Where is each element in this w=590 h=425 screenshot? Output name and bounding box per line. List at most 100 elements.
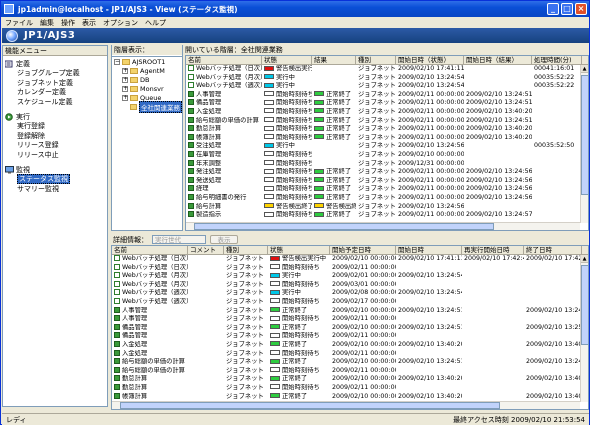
table-row[interactable]: Webバッチ処理（週次） 実行中 ジョブネット 2009/02/10 13:24:54…	[186, 82, 588, 91]
col-start-result[interactable]: 開始日時（結果）	[464, 56, 532, 64]
table-row[interactable]: 在庫管理 開始時刻待ち ジョブネット 2009/02/10 00:00:00	[186, 150, 588, 160]
dcol-comment[interactable]: コメント	[188, 246, 224, 254]
detail-row[interactable]: 帳簿計算 ジョブネット 正常終了 2009/02/10 00:00:00 2009/02…	[112, 392, 588, 402]
menu-edit[interactable]: 編集	[40, 18, 54, 28]
dcol-end[interactable]: 終了日時	[524, 246, 582, 254]
detail-row[interactable]: Webバッチ処理（週次） ジョブネット 実行中 2009/02/08 00:00:00…	[112, 289, 588, 298]
table-row[interactable]: 経理 開始時刻待ち 正常終了 ジョブネット 2009/02/11 00:00:00 200…	[186, 185, 588, 194]
dcol-name[interactable]: 名前	[112, 246, 188, 254]
detail-row[interactable]: Webバッチ処理（日次） ジョブネット 警告検出実行中 2009/02/10 00:0…	[112, 255, 588, 264]
col-status[interactable]: 状態	[262, 56, 312, 64]
dcell-start	[396, 298, 462, 307]
menu-view[interactable]: 表示	[82, 18, 96, 28]
generation-combo[interactable]: 実行世代	[152, 235, 206, 244]
cell-type: ジョブネット	[356, 125, 396, 134]
table-row[interactable]: 給与明細書の発行 開始時刻待ち 正常終了 ジョブネット 2009/02/11 00:00…	[186, 193, 588, 203]
table-row[interactable]: 入金処理 開始時刻待ち 正常終了 ジョブネット 2009/02/11 00:00:00 2…	[186, 107, 588, 117]
table-row[interactable]: 給与計算警告検出終了警告検出終了ジョブネット2009/02/10 13:24:5…	[186, 202, 588, 212]
menu-item-status-monitor[interactable]: ステータス監視	[3, 174, 107, 185]
scroll-thumb[interactable]	[581, 265, 588, 345]
detail-row[interactable]: Webバッチ処理（日次） ジョブネット 開始時刻待ち 2009/02/11 00:00…	[112, 263, 588, 273]
minimize-button[interactable]: _	[547, 3, 559, 15]
detail-row[interactable]: 備品管理 ジョブネット 開始時刻待ち 2009/02/11 00:00:00	[112, 332, 588, 341]
col-type[interactable]: 種別	[356, 56, 396, 64]
table-row[interactable]: Webバッチ処理（月次） 実行中 ジョブネット 2009/02/10 13:24:54…	[186, 73, 588, 83]
scroll-up-icon[interactable]: ▲	[581, 65, 588, 73]
detail-row[interactable]: Webバッチ処理（月次） ジョブネット 開始時刻待ち 2009/03/01 00:00…	[112, 280, 588, 290]
scroll-thumb[interactable]	[581, 75, 588, 195]
scroll-up-icon[interactable]: ▲	[581, 255, 588, 263]
detail-row[interactable]: 給与総額の単価の計算 ジョブネット 正常終了 2009/02/10 00:00:00 2…	[112, 358, 588, 367]
col-start-status[interactable]: 開始日時（状態）	[396, 56, 464, 64]
menu-item-calendar-define[interactable]: カレンダー定義	[3, 88, 107, 98]
menu-item-release-cancel[interactable]: リリース中止	[3, 151, 107, 161]
menu-group-execute-title[interactable]: 実行	[3, 112, 107, 122]
expand-icon[interactable]: +	[122, 94, 128, 101]
table-row[interactable]: 年末調整 開始時刻待ち ジョブネット 2009/12/31 00:00:00	[186, 159, 588, 169]
detail-row[interactable]: Webバッチ処理（月次） ジョブネット 実行中 2009/02/01 00:00:00…	[112, 272, 588, 281]
detail-row[interactable]: 人事管理 ジョブネット 開始時刻待ち 2009/02/11 00:00:00	[112, 315, 588, 324]
hscroll-thumb[interactable]	[120, 402, 500, 409]
dcol-sched[interactable]: 開始予定日時	[330, 246, 396, 254]
maximize-button[interactable]: □	[561, 3, 573, 15]
dcell-status-text: 正常終了	[282, 358, 308, 366]
detail-row[interactable]: 入金処理 ジョブネット 開始時刻待ち 2009/02/11 00:00:00	[112, 349, 588, 359]
dcol-start[interactable]: 開始日時	[396, 246, 462, 254]
detail-horizontal-scrollbar[interactable]	[112, 401, 580, 409]
cell-status: 開始時刻待ち	[262, 194, 312, 203]
hscroll-thumb[interactable]	[194, 223, 494, 230]
detail-row[interactable]: 勤怠計算 ジョブネット 正常終了 2009/02/10 00:00:00 2009/02…	[112, 375, 588, 384]
detail-row[interactable]: 勤怠計算 ジョブネット 開始時刻待ち 2009/02/11 00:00:00	[112, 383, 588, 393]
detail-row[interactable]: 給与総額の単価の計算 ジョブネット 開始時刻待ち 2009/02/11 00:00:0…	[112, 366, 588, 376]
menu-group-define-title[interactable]: 定義	[3, 59, 107, 69]
tree-node-ajsroot1[interactable]: − AJSROOT1	[112, 57, 182, 66]
cell-duration	[532, 117, 582, 126]
table-row[interactable]: 発注処理 開始時刻待ち 正常終了 ジョブネット 2009/02/11 00:00:00 2…	[186, 168, 588, 177]
detail-row[interactable]: Webバッチ処理（週次） ジョブネット 開始時刻待ち 2009/02/17 00:00…	[112, 297, 588, 307]
detail-vertical-scrollbar[interactable]: ▲	[580, 255, 588, 402]
menu-options[interactable]: オプション	[103, 18, 138, 28]
table-row[interactable]: Webバッチ処理（日次） 警告検出実行 ジョブネット 2009/02/10 17:41…	[186, 65, 588, 74]
table-row[interactable]: 受注処理 実行中 ジョブネット 2009/02/10 13:24:56 00035:52…	[186, 142, 588, 151]
menu-item-jobgroup-define[interactable]: ジョブグループ定義	[3, 69, 107, 79]
expand-icon[interactable]: +	[122, 67, 128, 74]
col-duration[interactable]: 処理時間(分)	[532, 56, 582, 64]
detail-row[interactable]: 備品管理 ジョブネット 正常終了 2009/02/10 00:00:00 2009/02…	[112, 323, 588, 333]
menu-item-unregister[interactable]: 登録解除	[3, 132, 107, 142]
table-row[interactable]: 勤怠計算 開始時刻待ち 正常終了 ジョブネット 2009/02/11 00:00:00 2…	[186, 125, 588, 134]
menu-item-register[interactable]: 実行登録	[3, 122, 107, 132]
dcol-restart[interactable]: 再実行開始日時	[462, 246, 524, 254]
dcell-sched-text: 2009/02/11 00:00:00	[332, 383, 396, 391]
detail-row[interactable]: 人事管理 ジョブネット 正常終了 2009/02/10 00:00:00 2009/02…	[112, 306, 588, 316]
table-row[interactable]: 発送処理 開始時刻待ち 正常終了 ジョブネット 2009/02/11 00:00:00 2…	[186, 176, 588, 186]
menu-help[interactable]: ヘルプ	[145, 18, 166, 28]
table-row[interactable]: 給与総額の単価の計算 開始時刻待ち 正常終了 ジョブネット 2009/02/11 00:…	[186, 116, 588, 126]
tree-node-db[interactable]: + DB	[112, 75, 182, 84]
menu-item-schedule-define[interactable]: スケジュール定義	[3, 98, 107, 108]
expand-icon[interactable]: +	[122, 85, 128, 92]
collapse-icon[interactable]: −	[114, 58, 120, 65]
menu-item-jobnet-define[interactable]: ジョブネット定義	[3, 79, 107, 89]
table-row[interactable]: 人事管理 開始時刻待ち 正常終了 ジョブネット 2009/02/11 00:00:00 2…	[186, 90, 588, 100]
menu-operation[interactable]: 操作	[61, 18, 75, 28]
col-result[interactable]: 結果	[312, 56, 356, 64]
close-button[interactable]: ×	[575, 3, 587, 15]
dcol-status[interactable]: 状態	[268, 246, 330, 254]
dcol-type[interactable]: 種別	[224, 246, 268, 254]
menu-item-release-register[interactable]: リリース登録	[3, 141, 107, 151]
expand-icon[interactable]: +	[122, 76, 128, 83]
menu-file[interactable]: ファイル	[5, 18, 33, 28]
upper-vertical-scrollbar[interactable]: ▲	[580, 65, 588, 223]
cell-name-text: 給与総額の単価の計算	[196, 116, 259, 124]
table-row[interactable]: 帳簿計算 開始時刻待ち 正常終了 ジョブネット 2009/02/11 00:00:00 2…	[186, 133, 588, 143]
table-row[interactable]: 製造指示 開始時刻待ち 正常終了 ジョブネット 2009/02/11 00:00:00 2…	[186, 211, 588, 220]
tree-node-company-business[interactable]: 全社関連業務	[112, 100, 182, 113]
tree-node-monsvr[interactable]: + Monsvr	[112, 84, 182, 93]
col-name[interactable]: 名前	[186, 56, 262, 64]
upper-horizontal-scrollbar[interactable]	[186, 222, 580, 230]
show-button[interactable]: 表示	[210, 235, 238, 244]
detail-row[interactable]: 入金処理 ジョブネット 正常終了 2009/02/10 00:00:00 2009/02…	[112, 340, 588, 350]
tree-node-agentm[interactable]: + AgentM	[112, 66, 182, 75]
menu-item-summary-monitor[interactable]: サマリー監視	[3, 185, 107, 195]
table-row[interactable]: 備品管理 開始時刻待ち 正常終了 ジョブネット 2009/02/11 00:00:00 2…	[186, 99, 588, 108]
